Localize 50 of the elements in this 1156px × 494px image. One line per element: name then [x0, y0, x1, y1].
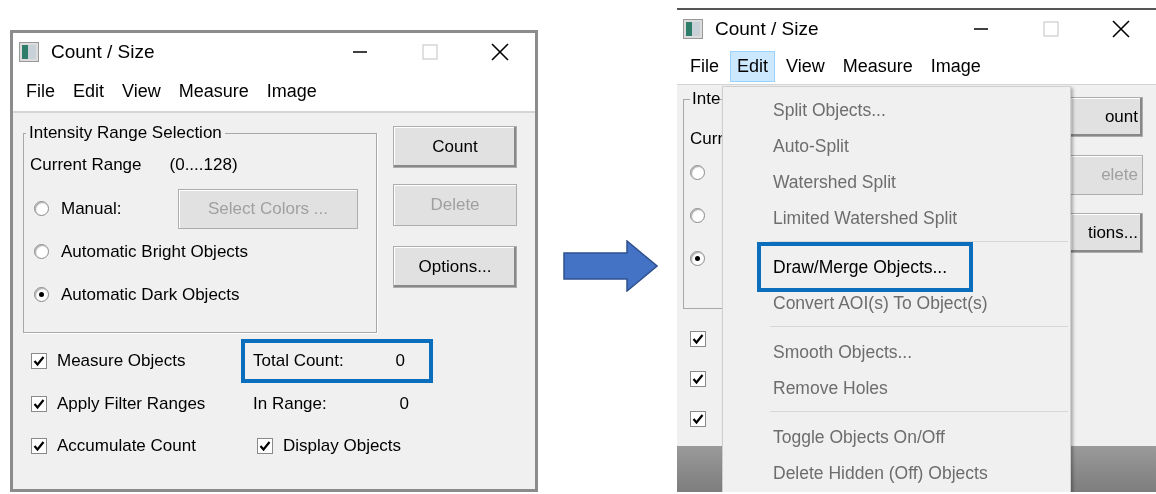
in-range-label: In Range:	[253, 394, 327, 414]
menu-item[interactable]: File	[19, 75, 62, 107]
radio-button[interactable]	[690, 165, 705, 180]
close-icon[interactable]	[1111, 19, 1131, 39]
radio-button[interactable]	[34, 287, 49, 302]
menu-item[interactable]: Edit	[66, 75, 112, 107]
radio-label: Automatic Dark Objects	[61, 284, 240, 305]
radio-button[interactable]	[690, 208, 705, 223]
menu-item[interactable]: Measure	[171, 75, 256, 107]
checkbox[interactable]	[690, 331, 706, 347]
checkbox-label: Accumulate Count	[57, 436, 196, 456]
close-icon[interactable]	[490, 42, 510, 62]
in-range-value: 0	[399, 394, 409, 414]
range-label: Curr	[690, 129, 722, 149]
radio-button[interactable]	[34, 201, 49, 216]
menu-item[interactable]: View	[779, 50, 832, 82]
range-value: (0....128)	[169, 155, 238, 175]
menu-item[interactable]: Draw/Merge Objects...	[757, 242, 974, 292]
total-count-label: Total Count:	[253, 351, 344, 371]
checkbox[interactable]	[31, 396, 47, 412]
range-label: Current Range	[30, 155, 142, 175]
checkbox-label: Display Objects	[283, 436, 402, 456]
window-title: Count / Size	[715, 18, 819, 40]
checkbox-label: Apply Filter Ranges	[57, 394, 206, 414]
menu-item[interactable]: Edit	[730, 50, 776, 82]
button[interactable]: Options...	[393, 246, 517, 288]
checkbox-label: Measure Objects	[57, 351, 186, 371]
group-title: Intensity Range Selection	[28, 123, 223, 143]
checkbox[interactable]	[31, 438, 47, 454]
menu-item[interactable]: Measure	[835, 50, 920, 82]
total-count-value: 0	[395, 351, 405, 371]
radio-label: Automatic Bright Objects	[61, 241, 249, 262]
checkbox[interactable]	[690, 371, 706, 387]
radio-button[interactable]	[34, 244, 49, 259]
menu-item[interactable]: Image	[259, 75, 324, 107]
menu-item[interactable]: Image	[923, 50, 988, 82]
window-icon	[683, 19, 703, 39]
radio-button[interactable]	[690, 251, 705, 266]
right-arrow-icon	[563, 240, 658, 292]
checkbox[interactable]	[31, 353, 47, 369]
checkbox[interactable]	[257, 438, 273, 454]
button[interactable]: Count	[393, 126, 517, 168]
radio-label: Manual:	[61, 198, 122, 219]
window-icon	[19, 42, 39, 62]
checkbox[interactable]	[690, 411, 706, 427]
window-title: Count / Size	[51, 41, 155, 63]
button[interactable]: ount	[1071, 97, 1143, 137]
button[interactable]: tions...	[1071, 213, 1143, 253]
menu-item[interactable]: File	[683, 50, 726, 82]
menu-item[interactable]: View	[115, 75, 168, 107]
